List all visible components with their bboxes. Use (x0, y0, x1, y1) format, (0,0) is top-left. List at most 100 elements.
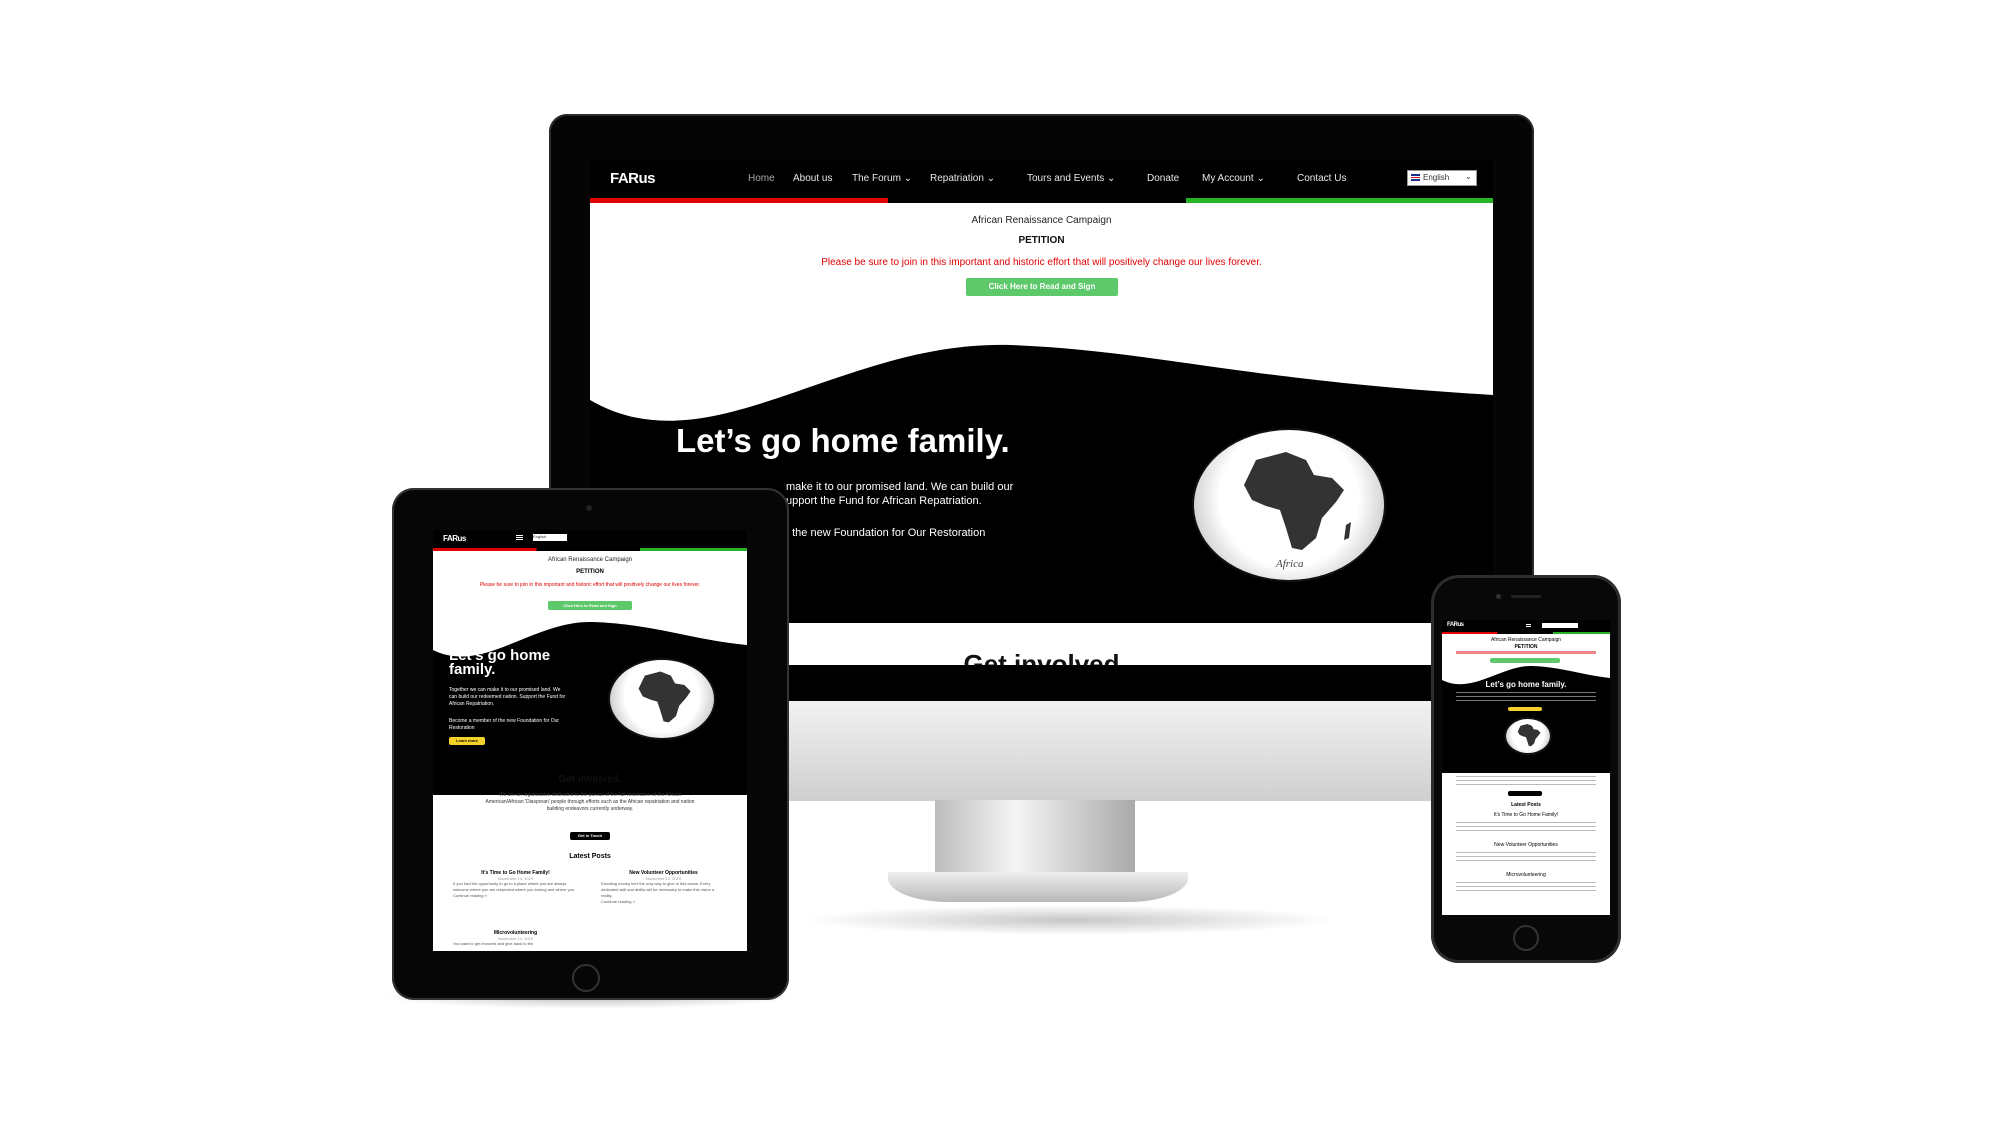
monitor-shadow (800, 905, 1340, 935)
phone-text-line (1456, 890, 1596, 891)
phone-text-line (1456, 822, 1596, 823)
nav-home[interactable]: Home (748, 173, 775, 184)
phone-petition: PETITION (1514, 644, 1538, 650)
nav-donate[interactable]: Donate (1147, 173, 1179, 184)
phone-africa-shape (1517, 723, 1541, 747)
chevron-down-icon: ⌄ (1465, 172, 1472, 181)
phone-language-select[interactable] (1542, 623, 1578, 628)
phone-notice-line (1456, 651, 1596, 654)
phone-campaign: African Renaissance Campaign (1490, 637, 1562, 643)
menu-icon[interactable] (1526, 624, 1531, 625)
tablet-latest-posts: Latest Posts (569, 853, 611, 860)
phone-hero-title: Let’s go home family. (1485, 680, 1567, 689)
phone-get-involved: Get involved. (1504, 765, 1548, 772)
phone-text-line (1456, 784, 1596, 785)
tablet-africa-shape (638, 671, 691, 723)
tablet-hero-title: Let’s go home family. (449, 648, 550, 678)
phone-text-line (1456, 776, 1596, 777)
tablet-camera (586, 505, 592, 511)
tablet-campaign-title: African Renaissance Campaign (547, 557, 633, 563)
tablet-sign-button[interactable]: Click Here to Read and Sign (548, 601, 632, 610)
globe-label: Africa (1276, 558, 1304, 570)
phone-post-3-excerpt (1456, 882, 1596, 891)
phone-hero-line (1456, 696, 1596, 697)
phone-text-line (1456, 852, 1596, 853)
phone-latest-posts: Latest Posts (1511, 802, 1541, 808)
phone-text-line (1456, 856, 1596, 857)
phone-text-line (1456, 886, 1596, 887)
language-label: English (1423, 173, 1450, 182)
tablet-learn-more-button[interactable]: Learn more (449, 737, 485, 745)
tablet-get-involved: Get involved. (558, 774, 622, 785)
phone-post-1-title[interactable]: It’s Time to Go Home Family! (1442, 812, 1610, 818)
site-logo[interactable]: FARus (610, 170, 656, 187)
tablet-navbar: FARus English (433, 530, 747, 548)
hero-line-1: make it to our promised land. We can bui… (786, 481, 1014, 493)
petition-notice: Please be sure to join in this important… (821, 257, 1262, 268)
phone-text-line (1456, 882, 1596, 883)
tablet-hero-text: Together we can make it to our promised … (449, 687, 566, 707)
phone-text-line (1456, 830, 1596, 831)
nav-contact[interactable]: Contact Us (1297, 173, 1346, 184)
uk-flag-icon (1411, 174, 1420, 181)
phone-hero-line (1456, 692, 1596, 693)
tablet-language-select[interactable]: English (533, 534, 567, 541)
post-excerpt: You want to get involved and give back t… (453, 941, 534, 946)
phone-get-in-touch-button[interactable] (1508, 791, 1542, 796)
nav-tours-events[interactable]: Tours and Events ⌄ (1027, 173, 1115, 184)
tablet-get-in-touch-button[interactable]: Get in Touch (570, 832, 610, 840)
menu-icon[interactable] (516, 535, 523, 536)
phone-hero-line (1456, 700, 1596, 701)
phone-post-2-title[interactable]: New Volunteer Opportunities (1442, 842, 1610, 848)
phone-text-line (1456, 780, 1596, 781)
petition-heading: PETITION (1018, 235, 1065, 246)
phone-home-button[interactable] (1513, 925, 1539, 951)
tablet-africa-globe-icon (608, 658, 716, 740)
desktop-navbar: FARus Home About us The Forum ⌄ Repatria… (590, 160, 1493, 198)
tablet-post-3[interactable]: Microvolunteering November 14, 2019 You … (453, 930, 578, 946)
phone-post-3-title[interactable]: Microvolunteering (1442, 872, 1610, 878)
phone-africa-globe-icon (1504, 717, 1552, 755)
tablet-involved-text: We are an organization dedicated to the … (485, 792, 695, 812)
tablet-flag-bar (433, 548, 747, 551)
hero-line-3: f the new Foundation for Our Restoration (786, 527, 986, 539)
phone-post-1-excerpt (1456, 822, 1596, 831)
tablet-notice: Please be sure to join in this important… (479, 582, 701, 588)
tablet-hero-title-line2: family. (449, 661, 496, 678)
tablet-site-screen: FARus English African Renaissance Campai… (433, 530, 747, 951)
africa-globe-icon: Africa (1192, 428, 1386, 582)
post-excerpt: Donating money isn't the only way to giv… (601, 881, 715, 898)
tablet-logo[interactable]: FARus (443, 534, 466, 543)
phone-text-line (1456, 826, 1596, 827)
post-read-more[interactable]: Continue reading » (453, 893, 578, 898)
language-select[interactable]: English ⌄ (1407, 170, 1477, 186)
tablet-post-1[interactable]: It’s Time to Go Home Family! November 14… (453, 870, 578, 898)
post-excerpt: If you had the opportunity to go to a pl… (453, 881, 574, 892)
hero-title: Let’s go home family. (676, 422, 1010, 459)
phone-logo[interactable]: FARus (1447, 622, 1464, 628)
campaign-title: African Renaissance Campaign (971, 215, 1112, 226)
phone-involved-text (1456, 776, 1596, 788)
phone-post-2-excerpt (1456, 852, 1596, 861)
phone-camera (1496, 594, 1501, 599)
tablet-home-button[interactable] (572, 964, 600, 992)
monitor-stand-base (888, 872, 1188, 902)
hero-line-2: upport the Fund for African Repatriation… (786, 495, 982, 507)
phone-site-screen: FARus African Renaissance Campaign PETIT… (1442, 620, 1610, 915)
phone-text-line (1456, 860, 1596, 861)
read-sign-button[interactable]: Click Here to Read and Sign (966, 278, 1118, 296)
nav-repatriation[interactable]: Repatriation ⌄ (930, 173, 995, 184)
phone-navbar: FARus (1442, 620, 1610, 632)
phone-speaker (1511, 595, 1541, 598)
tablet-petition: PETITION (576, 569, 604, 575)
tablet-post-2[interactable]: New Volunteer Opportunities November 14,… (601, 870, 726, 904)
nav-forum[interactable]: The Forum ⌄ (852, 173, 912, 184)
post-read-more[interactable]: Continue reading » (601, 899, 726, 904)
monitor-stand-neck (935, 800, 1135, 880)
tablet-hero-text-2: Become a member of the new Foundation fo… (449, 718, 560, 731)
phone-flag-bar (1442, 632, 1610, 634)
nav-about[interactable]: About us (793, 173, 832, 184)
nav-my-account[interactable]: My Account ⌄ (1202, 173, 1265, 184)
phone-learn-more-button[interactable] (1508, 707, 1542, 711)
phone-hero-text (1456, 692, 1596, 701)
